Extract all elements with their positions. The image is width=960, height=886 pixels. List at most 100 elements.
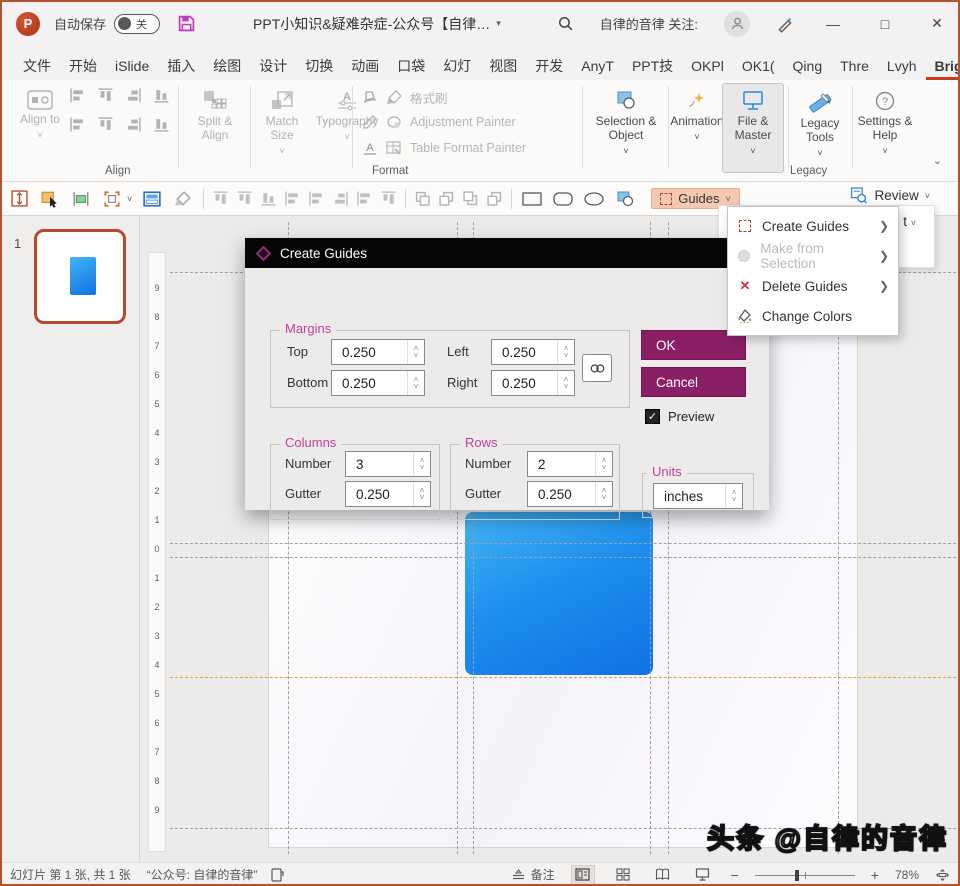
menu-item-create-guides[interactable]: Create Guides ❯ — [728, 211, 898, 241]
overflow-button[interactable]: t ˅ — [903, 214, 916, 229]
distribute-horizontal-icon[interactable] — [357, 191, 372, 206]
resize-vertical-icon[interactable] — [8, 188, 30, 210]
ribbon-tab-6[interactable]: 设计 — [250, 53, 296, 80]
ribbon-tab-10[interactable]: 幻灯 — [434, 53, 480, 80]
ribbon-tab-4[interactable]: 插入 — [158, 53, 204, 80]
ribbon-tab-14[interactable]: PPT技 — [623, 53, 682, 80]
dialog-title-bar[interactable]: Create Guides — [245, 238, 769, 268]
align-center-icon[interactable] — [309, 191, 324, 206]
align-bottom-icon[interactable] — [126, 117, 141, 132]
distribute-vertical-icon[interactable] — [154, 117, 169, 132]
fit-to-window-icon[interactable] — [935, 868, 950, 882]
align-left-icon[interactable] — [285, 191, 300, 206]
align-bottom-icon[interactable] — [261, 191, 276, 206]
spinner-buttons[interactable]: ˄ ˅ — [595, 452, 612, 476]
align-top-icon[interactable] — [213, 191, 228, 206]
menu-item-delete-guides[interactable]: ✕ Delete Guides ❯ — [728, 271, 898, 301]
align-right-icon[interactable] — [126, 88, 141, 103]
slideshow-view-button[interactable] — [691, 865, 715, 885]
zoom-level[interactable]: 78% — [895, 868, 919, 882]
zoom-out-button[interactable]: − — [731, 867, 739, 883]
table-format-painter-row[interactable]: A Table Format Painter — [362, 140, 526, 156]
ribbon-tab-16[interactable]: OK1( — [733, 53, 784, 80]
title-dropdown-icon[interactable]: ▾ — [496, 18, 501, 29]
columns-gutter-input[interactable]: 0.250 ˄ ˅ — [345, 481, 431, 507]
search-icon[interactable] — [557, 15, 574, 32]
settings-help-button[interactable]: ? Settings & Help ˅ — [856, 86, 914, 156]
normal-view-button[interactable] — [570, 864, 595, 885]
notes-button[interactable]: 备注 — [511, 866, 555, 883]
margin-bottom-input[interactable]: 0.250 ˄ ˅ — [331, 370, 425, 396]
spinner-buttons[interactable]: ˄ ˅ — [557, 371, 574, 395]
autosave-toggle[interactable]: 关 — [114, 13, 161, 34]
slide-thumbnail[interactable] — [34, 229, 126, 324]
legacy-tools-button[interactable]: Legacy Tools ˅ — [792, 86, 848, 158]
format-brush-icon[interactable] — [172, 188, 194, 210]
selection-pane-icon[interactable] — [614, 188, 636, 210]
ribbon-tab-15[interactable]: OKPl — [682, 53, 733, 80]
margin-right-input[interactable]: 0.250 ˄ ˅ — [491, 370, 575, 396]
format-painter-row[interactable]: 格式刷 — [362, 88, 448, 107]
split-align-button[interactable]: Split & Align — [186, 86, 244, 143]
ribbon-tab-9[interactable]: 口袋 — [388, 53, 434, 80]
layout-tool-icon[interactable] — [141, 188, 163, 210]
link-margins-button[interactable] — [582, 354, 612, 382]
file-master-button[interactable]: File & Master ˅ — [724, 86, 782, 156]
animation-button[interactable]: Animation ˅ — [670, 86, 724, 142]
close-button[interactable]: ✕ — [924, 15, 950, 32]
document-title[interactable]: PPT小知识&疑难杂症-公众号【自律… — [253, 14, 490, 34]
accessibility-icon[interactable] — [271, 867, 284, 882]
ribbon-tab-7[interactable]: 切换 — [296, 53, 342, 80]
align-top-icon[interactable] — [98, 88, 113, 103]
bring-to-front-icon[interactable] — [463, 191, 478, 206]
reading-view-button[interactable] — [651, 865, 675, 885]
align-right-icon[interactable] — [333, 191, 348, 206]
guide-horizontal-row-gutter-top[interactable] — [170, 543, 956, 544]
ribbon-tab-18[interactable]: Thre — [831, 53, 878, 80]
bring-forward-icon[interactable] — [415, 191, 430, 206]
align-to-button[interactable]: Align to ˅ — [14, 86, 66, 140]
units-input[interactable]: inches ˄ ˅ — [653, 483, 743, 509]
spinner-buttons[interactable]: ˄ ˅ — [407, 340, 424, 364]
presenter-coach-icon[interactable] — [776, 15, 794, 33]
ribbon-tab-13[interactable]: AnyT — [572, 53, 623, 80]
margin-left-input[interactable]: 0.250 ˄ ˅ — [491, 339, 575, 365]
ribbon-tab-17[interactable]: Qing — [784, 53, 832, 80]
ribbon-tab-12[interactable]: 开发 — [526, 53, 572, 80]
align-middle-icon[interactable] — [98, 117, 113, 132]
avatar[interactable] — [724, 10, 750, 37]
distribute-vertical-icon[interactable] — [381, 191, 396, 206]
guide-horizontal-orange[interactable] — [170, 677, 956, 678]
rectangle-shape-icon[interactable] — [521, 188, 543, 210]
spinner-buttons[interactable]: ˄ ˅ — [595, 482, 612, 506]
spinner-buttons[interactable]: ˄ ˅ — [413, 452, 430, 476]
account-label[interactable]: 自律的音律 关注: — [600, 14, 698, 33]
save-icon[interactable] — [178, 15, 195, 32]
rows-number-input[interactable]: 2 ˄ ˅ — [527, 451, 613, 477]
align-left-icon[interactable] — [70, 88, 85, 103]
review-button[interactable]: Review ˅ — [850, 187, 930, 204]
zoom-in-button[interactable]: + — [871, 867, 879, 883]
ribbon-tab-11[interactable]: 视图 — [480, 53, 526, 80]
maximize-button[interactable]: □ — [872, 16, 898, 32]
align-middle-icon[interactable] — [237, 191, 252, 206]
spinner-buttons[interactable]: ˄ ˅ — [413, 482, 430, 506]
menu-item-change-colors[interactable]: Change Colors — [728, 301, 898, 331]
send-backward-icon[interactable] — [439, 191, 454, 206]
cancel-button[interactable]: Cancel — [641, 367, 746, 397]
guide-horizontal-row-gutter-bottom[interactable] — [170, 557, 956, 558]
blue-rectangle-shape[interactable] — [465, 512, 653, 675]
rows-gutter-input[interactable]: 0.250 ˄ ˅ — [527, 481, 613, 507]
ribbon-tab-3[interactable]: iSlide — [106, 53, 158, 80]
select-object-icon[interactable] — [39, 188, 61, 210]
slide-sorter-view-button[interactable] — [611, 865, 635, 885]
crop-tool-icon[interactable] — [101, 188, 123, 210]
distribute-horizontal-icon[interactable] — [154, 88, 169, 103]
zoom-slider[interactable] — [754, 868, 855, 882]
selection-object-button[interactable]: Selection & Object ˅ — [588, 86, 664, 156]
spinner-buttons[interactable]: ˄ ˅ — [557, 340, 574, 364]
spinner-buttons[interactable]: ˄ ˅ — [725, 484, 742, 508]
match-size-button[interactable]: Match Size ˅ — [256, 86, 308, 156]
ribbon-collapse-icon[interactable]: ⌄ — [933, 154, 942, 167]
margin-top-input[interactable]: 0.250 ˄ ˅ — [331, 339, 425, 365]
